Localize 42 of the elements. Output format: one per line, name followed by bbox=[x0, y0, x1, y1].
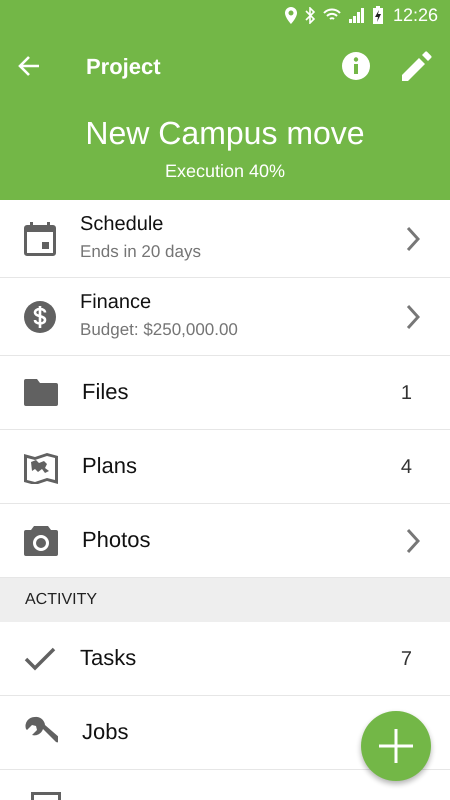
camera-icon bbox=[24, 526, 58, 556]
checkmark-icon bbox=[24, 646, 56, 670]
item-count: 1 bbox=[400, 380, 412, 406]
item-count: 4 bbox=[400, 454, 412, 480]
chevron-right-icon bbox=[406, 304, 420, 330]
toolbar-title: Project bbox=[86, 52, 161, 81]
back-button[interactable] bbox=[18, 56, 40, 76]
status-time: 12:26 bbox=[392, 4, 438, 26]
item-label: Plans bbox=[82, 453, 138, 480]
item-detail: Ends in 20 days bbox=[80, 241, 202, 264]
location-pin-icon bbox=[284, 6, 297, 24]
add-button[interactable] bbox=[361, 711, 431, 781]
back-arrow-icon bbox=[18, 56, 40, 76]
item-label: Photos bbox=[82, 527, 152, 554]
edit-button[interactable] bbox=[402, 51, 432, 81]
list-item[interactable]: Plans 4 bbox=[0, 430, 450, 504]
item-label: Schedule bbox=[80, 212, 164, 236]
calendar-icon bbox=[24, 222, 56, 256]
item-label: Tasks bbox=[80, 645, 138, 672]
item-label: Jobs bbox=[82, 719, 130, 746]
item-detail: Budget: $250,000.00 bbox=[80, 319, 239, 342]
item-label: Finance bbox=[80, 290, 152, 314]
info-icon bbox=[342, 52, 370, 80]
battery-charging-icon bbox=[372, 6, 383, 24]
list-item[interactable]: Tasks 7 bbox=[0, 622, 450, 696]
item-label: Files bbox=[82, 379, 130, 406]
pencil-icon bbox=[402, 51, 432, 81]
folder-icon bbox=[24, 379, 58, 406]
list-item[interactable]: Finance Budget: $250,000.00 bbox=[0, 278, 450, 356]
plus-icon bbox=[379, 729, 413, 763]
info-button[interactable] bbox=[342, 52, 370, 80]
list-item[interactable]: Schedule Ends in 20 days bbox=[0, 200, 450, 278]
signal-icon bbox=[348, 7, 365, 23]
bluetooth-icon bbox=[304, 6, 315, 24]
list-item[interactable]: Files 1 bbox=[0, 356, 450, 430]
dollar-icon bbox=[24, 300, 56, 332]
section-heading: ACTIVITY bbox=[25, 590, 98, 610]
chevron-right-icon bbox=[406, 528, 420, 554]
item-count: 7 bbox=[400, 646, 412, 672]
project-subtitle: Execution 40% bbox=[164, 160, 286, 184]
project-title: New Campus move bbox=[84, 114, 366, 152]
chevron-right-icon bbox=[406, 226, 420, 252]
